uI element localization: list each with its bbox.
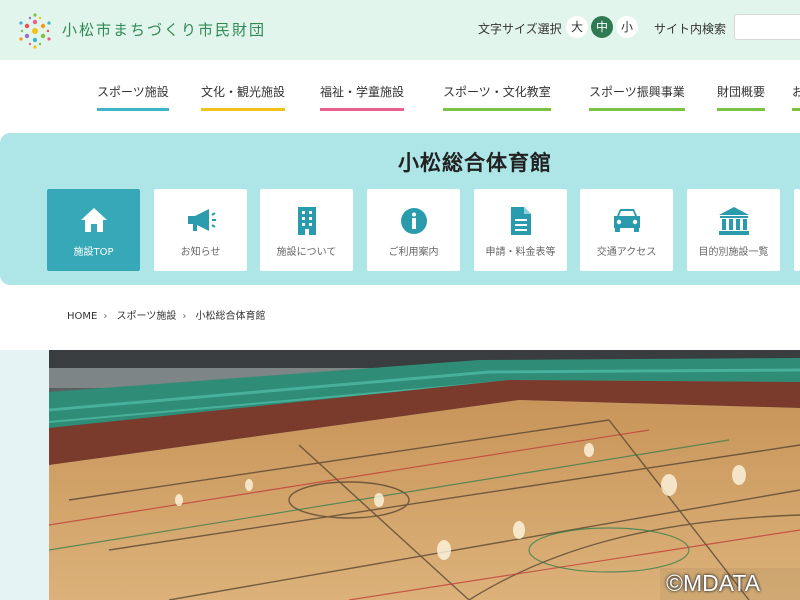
card-partial	[794, 189, 800, 271]
hero-side-strip	[0, 350, 49, 600]
org-name[interactable]: 小松市まちづくり市民財団	[62, 19, 266, 40]
home-icon	[47, 206, 140, 236]
document-icon	[474, 206, 567, 236]
car-icon	[580, 206, 673, 236]
card-label: ご利用案内	[388, 247, 439, 258]
nav-item-welfare[interactable]: 福祉・学童施設	[320, 83, 405, 111]
nav-item-more[interactable]: お	[792, 83, 800, 111]
facility-panel: 小松総合体育館 施設TOP お知らせ 施設について ご利用案内 申請・料金表等	[0, 133, 800, 285]
card-facilities-by-purpose[interactable]: 目的別施設一覧	[687, 189, 780, 271]
chevron-right-icon: ›	[182, 311, 187, 322]
site-search-input[interactable]	[734, 14, 800, 40]
nav-item-sports-promotion[interactable]: スポーツ振興事業	[589, 83, 685, 111]
card-access[interactable]: 交通アクセス	[580, 189, 673, 271]
breadcrumb-sports-facilities[interactable]: スポーツ施設	[117, 311, 177, 322]
nav-item-sports-facilities[interactable]: スポーツ施設	[97, 83, 169, 111]
font-size-small-button[interactable]: 小	[616, 16, 638, 38]
card-facility-top[interactable]: 施設TOP	[47, 189, 140, 271]
card-label: 目的別施設一覧	[698, 247, 769, 258]
site-search-label: サイト内検索	[654, 22, 727, 36]
breadcrumb-current: 小松総合体育館	[195, 311, 266, 322]
card-applications-fees[interactable]: 申請・料金表等	[474, 189, 567, 271]
breadcrumb-home[interactable]: HOME	[67, 311, 97, 322]
card-news[interactable]: お知らせ	[154, 189, 247, 271]
megaphone-icon	[154, 206, 247, 236]
breadcrumb: HOME › スポーツ施設 › 小松総合体育館	[67, 307, 272, 322]
card-label: お知らせ	[180, 247, 221, 258]
font-size-medium-button[interactable]: 中	[591, 16, 613, 38]
building-icon	[260, 206, 353, 236]
card-label: 施設について	[276, 247, 337, 258]
card-label: 申請・料金表等	[485, 247, 556, 258]
site-header: 小松市まちづくり市民財団 文字サイズ選択 大 中 小 サイト内検索	[0, 0, 800, 60]
facility-title: 小松総合体育館	[398, 151, 552, 175]
chevron-right-icon: ›	[103, 311, 108, 322]
card-label: 交通アクセス	[596, 247, 657, 258]
nav-item-classes[interactable]: スポーツ・文化教室	[443, 83, 551, 111]
hero-image	[49, 350, 800, 600]
logo-icon[interactable]	[16, 12, 54, 50]
watermark: ©MDATA	[660, 568, 800, 600]
font-size-large-button[interactable]: 大	[566, 16, 588, 38]
card-label: 施設TOP	[73, 247, 114, 258]
nav-item-culture-tourism[interactable]: 文化・観光施設	[201, 83, 286, 111]
info-icon	[367, 206, 460, 236]
font-size-label: 文字サイズ選択	[478, 22, 562, 36]
card-usage-guide[interactable]: ご利用案内	[367, 189, 460, 271]
main-nav: スポーツ施設 文化・観光施設 福祉・学童施設 スポーツ・文化教室 スポーツ振興事…	[0, 60, 800, 132]
institution-icon	[687, 206, 780, 236]
card-about-facility[interactable]: 施設について	[260, 189, 353, 271]
nav-item-about[interactable]: 財団概要	[717, 83, 766, 111]
